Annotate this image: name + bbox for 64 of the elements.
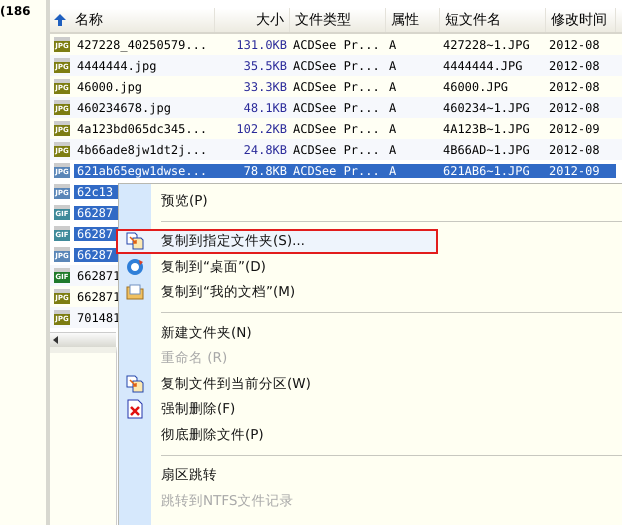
table-cell-text: 460234~1.JPG: [442, 100, 531, 114]
table-cell-text: A: [388, 80, 398, 94]
pane-text: (186: [0, 5, 31, 18]
folder-icon: [125, 282, 145, 302]
table-cell-text: ACDSee Pr...: [292, 100, 381, 114]
menu-item[interactable]: 强制删除(F): [119, 396, 622, 422]
table-cell-text: 4444444.JPG: [442, 58, 524, 72]
table-cell[interactable]: 427228_40250579...: [74, 38, 215, 52]
table-cell-text: 35.5KB: [242, 58, 288, 72]
table-cell[interactable]: 4444444.jpg: [74, 58, 215, 72]
table-cell-text: A: [388, 38, 398, 52]
table-cell-text: 33.3KB: [242, 80, 288, 94]
table-cell-text: ACDSee Pr...: [292, 38, 381, 52]
table-cell-text: A: [388, 142, 398, 156]
table-cell-text: A: [388, 122, 398, 136]
menu-item[interactable]: 预览(P): [119, 188, 622, 214]
up-arrow-icon[interactable]: [53, 13, 67, 27]
column-header[interactable]: 名称: [70, 8, 215, 32]
table-cell-text: A: [388, 100, 398, 114]
table-cell: 621AB6~1.JPG: [440, 164, 546, 178]
menu-item[interactable]: 彻底删除文件(P): [119, 422, 622, 448]
table-cell-text: 46000.JPG: [442, 80, 510, 94]
table-cell: 2012-09: [546, 164, 616, 178]
table-cell[interactable]: 4b66ade8jw1dt2j...: [74, 142, 215, 156]
delete-file-icon: [127, 399, 143, 420]
table-cell-text: 2012-08: [548, 142, 601, 156]
table-cell-text: 102.2KB: [235, 122, 288, 136]
table-cell-text: ACDSee Pr...: [292, 58, 381, 72]
table-cell-text: 427228~1.JPG: [442, 38, 531, 52]
menu-item[interactable]: 复制文件到当前分区(W): [119, 371, 622, 396]
table-cell[interactable]: 46000.jpg: [74, 80, 215, 94]
table-cell-text: 2012-08: [548, 58, 601, 72]
table-cell-text: 4B66AD~1.JPG: [442, 142, 531, 156]
column-header[interactable]: 属性: [386, 8, 440, 32]
table-cell[interactable]: 460234678.jpg: [74, 100, 215, 114]
menu-item[interactable]: 复制到“桌面”(D): [119, 254, 622, 280]
copy-files-icon: [125, 374, 145, 394]
table-cell-text: 2012-08: [548, 80, 601, 94]
table-cell-text: ACDSee Pr...: [292, 80, 381, 94]
table-cell-text: 48.1KB: [242, 100, 288, 114]
copy-files-icon: [125, 231, 145, 252]
refresh-disc-icon: [125, 256, 145, 277]
menu-item[interactable]: 复制到指定文件夹(S)...: [116, 228, 438, 254]
table-cell-text: 4A123B~1.JPG: [442, 122, 531, 136]
table-cell[interactable]: 4a123bd065dc345...: [74, 122, 215, 136]
table-cell-text: 131.0KB: [235, 38, 288, 52]
menu-item[interactable]: 新建文件夹(N): [119, 320, 622, 346]
table-cell-text: 2012-09: [548, 122, 601, 136]
menu-item[interactable]: 复制到“我的文档”(M): [119, 280, 622, 305]
column-header[interactable]: 大小: [215, 8, 290, 32]
table-cell: A: [386, 164, 440, 178]
column-header[interactable]: 短文件名: [440, 8, 546, 32]
menu-item[interactable]: 扇区跳转: [119, 462, 622, 488]
table-cell-text: ACDSee Pr...: [292, 142, 381, 156]
table-cell-text: ACDSee Pr...: [292, 122, 381, 136]
column-header[interactable]: 修改时间: [546, 8, 616, 32]
column-header[interactable]: 文件类型: [290, 8, 386, 32]
table-cell-text: 2012-08: [548, 38, 601, 52]
table-cell-text: A: [388, 58, 398, 72]
table-cell-text: 2012-08: [548, 100, 601, 114]
table-cell: ACDSee Pr...: [290, 164, 386, 178]
table-cell: 78.8KB: [215, 164, 290, 178]
table-cell[interactable]: 621ab65egw1dwse...: [74, 164, 215, 178]
table-cell-text: 24.8KB: [242, 142, 288, 156]
